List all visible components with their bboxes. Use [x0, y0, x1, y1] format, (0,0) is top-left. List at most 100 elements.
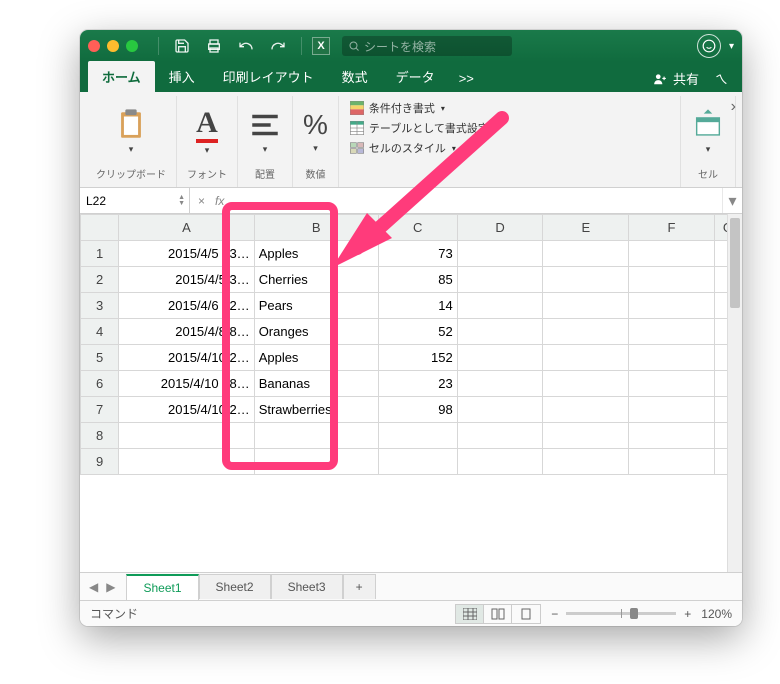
- cell[interactable]: Apples: [254, 241, 378, 267]
- col-header[interactable]: A: [119, 215, 254, 241]
- cell[interactable]: [543, 319, 629, 345]
- cell[interactable]: [543, 345, 629, 371]
- row-header[interactable]: 9: [81, 449, 119, 475]
- print-icon[interactable]: [201, 36, 227, 56]
- cell[interactable]: [629, 345, 715, 371]
- cell[interactable]: [119, 423, 254, 449]
- cell[interactable]: [378, 449, 457, 475]
- zoom-out-button[interactable]: −: [551, 607, 558, 621]
- col-header[interactable]: E: [543, 215, 629, 241]
- cell[interactable]: 52: [378, 319, 457, 345]
- cell[interactable]: 2015/4/10 18…: [119, 371, 254, 397]
- cell[interactable]: [254, 449, 378, 475]
- cell[interactable]: Oranges: [254, 319, 378, 345]
- row-header[interactable]: 7: [81, 397, 119, 423]
- zoom-slider[interactable]: − +: [551, 607, 691, 621]
- tab-formulas[interactable]: 数式: [328, 61, 382, 92]
- cell[interactable]: [378, 423, 457, 449]
- cell[interactable]: [543, 397, 629, 423]
- chevron-right-icon[interactable]: ›: [731, 98, 736, 116]
- row-header[interactable]: 1: [81, 241, 119, 267]
- sheet-tab-2[interactable]: Sheet2: [199, 574, 271, 599]
- cell[interactable]: [457, 319, 543, 345]
- zoom-button[interactable]: [126, 40, 138, 52]
- name-box[interactable]: L22 ▲▼: [80, 188, 190, 213]
- close-button[interactable]: [88, 40, 100, 52]
- cell[interactable]: [457, 423, 543, 449]
- paste-button[interactable]: ▾: [114, 108, 148, 155]
- cell[interactable]: [457, 397, 543, 423]
- cell[interactable]: 85: [378, 267, 457, 293]
- cell[interactable]: [629, 371, 715, 397]
- cell[interactable]: Cherries: [254, 267, 378, 293]
- font-button[interactable]: A ▾: [196, 107, 218, 156]
- cells-button[interactable]: ▾: [691, 108, 725, 155]
- cell[interactable]: 2015/4/8 8…: [119, 319, 254, 345]
- sheet-tab-add[interactable]: +: [343, 574, 376, 599]
- row-header[interactable]: 3: [81, 293, 119, 319]
- sheet-nav-prev[interactable]: ◀: [86, 580, 101, 594]
- sheet-nav-next[interactable]: ▶: [103, 580, 118, 594]
- format-as-table-button[interactable]: テーブルとして書式設定▾: [349, 120, 499, 136]
- formula-bar[interactable]: × fx: [190, 188, 722, 213]
- zoom-in-button[interactable]: +: [684, 607, 691, 621]
- grid[interactable]: A B C D E F G 12015/4/5 13…Apples73 2201…: [80, 214, 742, 475]
- select-all-corner[interactable]: [81, 215, 119, 241]
- cell[interactable]: 73: [378, 241, 457, 267]
- tab-more[interactable]: >>: [449, 65, 484, 92]
- cell[interactable]: [254, 423, 378, 449]
- col-header[interactable]: F: [629, 215, 715, 241]
- share-button[interactable]: 共有: [673, 69, 699, 88]
- sheet-tab-3[interactable]: Sheet3: [271, 574, 343, 599]
- vertical-scrollbar[interactable]: [727, 214, 742, 572]
- cell[interactable]: [543, 241, 629, 267]
- col-header[interactable]: D: [457, 215, 543, 241]
- tab-data[interactable]: データ: [382, 61, 449, 92]
- save-icon[interactable]: [169, 36, 195, 56]
- cell[interactable]: [629, 267, 715, 293]
- cell[interactable]: 152: [378, 345, 457, 371]
- cell[interactable]: Apples: [254, 345, 378, 371]
- sheet-tab-1[interactable]: Sheet1: [126, 574, 198, 600]
- undo-icon[interactable]: [233, 36, 259, 56]
- cell[interactable]: Bananas: [254, 371, 378, 397]
- view-page-layout-icon[interactable]: [484, 605, 512, 623]
- cell[interactable]: 2015/4/10 2…: [119, 397, 254, 423]
- col-header[interactable]: B: [254, 215, 378, 241]
- cell[interactable]: [543, 371, 629, 397]
- cell[interactable]: [629, 397, 715, 423]
- collapse-ribbon-icon[interactable]: ㄟ: [715, 69, 728, 88]
- cell[interactable]: [543, 423, 629, 449]
- cell[interactable]: [457, 241, 543, 267]
- conditional-format-button[interactable]: 条件付き書式▾: [349, 100, 499, 116]
- cell[interactable]: [457, 293, 543, 319]
- cell[interactable]: 2015/4/10 2…: [119, 345, 254, 371]
- formula-expand-icon[interactable]: ▾: [722, 188, 742, 213]
- cell[interactable]: Strawberries: [254, 397, 378, 423]
- cell[interactable]: [457, 267, 543, 293]
- cell[interactable]: [629, 423, 715, 449]
- cell[interactable]: [543, 267, 629, 293]
- cell[interactable]: [457, 371, 543, 397]
- name-box-stepper[interactable]: ▲▼: [178, 195, 185, 207]
- cell[interactable]: [629, 319, 715, 345]
- chevron-down-icon[interactable]: ▾: [729, 41, 734, 52]
- row-header[interactable]: 5: [81, 345, 119, 371]
- search-input[interactable]: シートを検索: [342, 36, 512, 56]
- cell[interactable]: [543, 293, 629, 319]
- align-button[interactable]: ▾: [248, 108, 282, 155]
- row-header[interactable]: 8: [81, 423, 119, 449]
- row-header[interactable]: 2: [81, 267, 119, 293]
- cell[interactable]: 14: [378, 293, 457, 319]
- redo-icon[interactable]: [265, 36, 291, 56]
- cell[interactable]: 98: [378, 397, 457, 423]
- row-header[interactable]: 6: [81, 371, 119, 397]
- row-header[interactable]: 4: [81, 319, 119, 345]
- zoom-level[interactable]: 120%: [701, 607, 732, 621]
- cell[interactable]: 2015/4/5 3…: [119, 267, 254, 293]
- cell[interactable]: [629, 241, 715, 267]
- cell-styles-button[interactable]: セルのスタイル▾: [349, 140, 499, 156]
- number-format-button[interactable]: % ▾: [303, 109, 328, 154]
- cell[interactable]: [629, 449, 715, 475]
- cell[interactable]: 2015/4/5 13…: [119, 241, 254, 267]
